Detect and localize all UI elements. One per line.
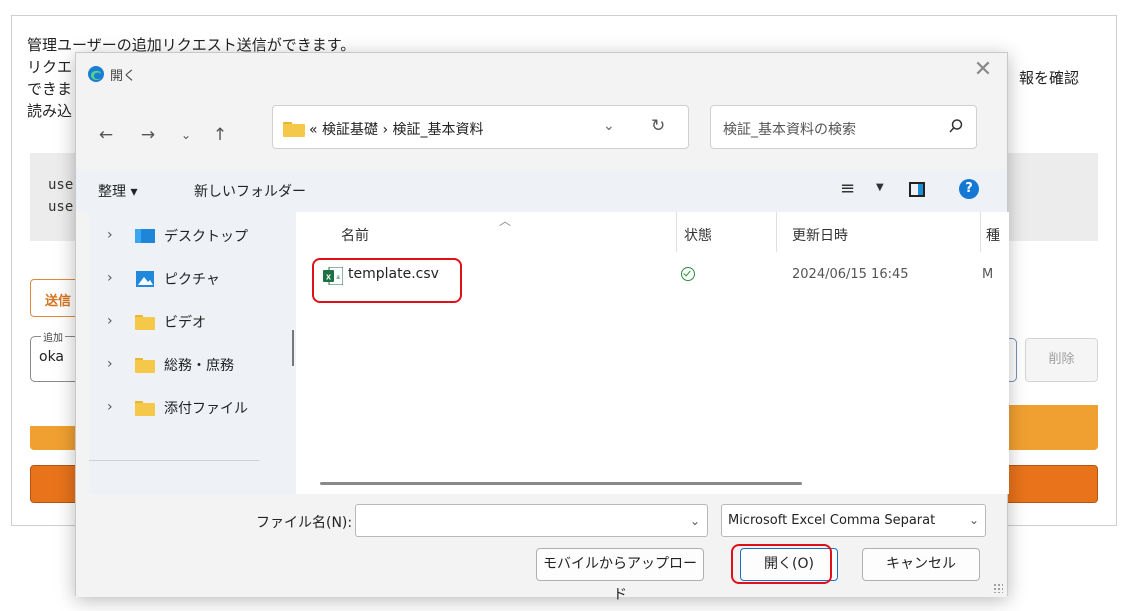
bg-orange-button-right[interactable] <box>1005 405 1098 450</box>
highlight-open-button <box>731 544 832 584</box>
column-divider[interactable] <box>676 212 677 252</box>
organize-menu[interactable]: 整理 ▾ <box>98 181 137 201</box>
nav-item-label: デスクトップ <box>164 229 248 245</box>
bg-add-field-value: oka <box>39 349 65 365</box>
preview-pane-icon[interactable] <box>909 182 925 197</box>
folder-icon <box>135 315 155 330</box>
expand-chevron-icon[interactable]: › <box>107 227 113 243</box>
column-header-type[interactable]: 種 <box>986 225 1000 245</box>
edge-browser-icon <box>88 66 104 82</box>
column-header-status[interactable]: 状態 <box>684 225 712 245</box>
column-divider[interactable] <box>980 212 981 252</box>
view-options-icon[interactable]: ≡ <box>840 178 855 199</box>
column-header-modified[interactable]: 更新日時 <box>792 225 848 245</box>
dialog-titlebar: 開く ✕ <box>76 53 1007 95</box>
file-open-dialog: 開く ✕ ← → ⌄ ↑ « 検証基礎 › 検証_基本資料 ⌄ ↻ 検証_基本資… <box>75 52 1009 603</box>
up-arrow-icon[interactable]: ↑ <box>208 125 232 145</box>
navigation-bar: ← → ⌄ ↑ « 検証基礎 › 検証_基本資料 ⌄ ↻ 検証_基本資料の検索 <box>76 95 1007 169</box>
nav-item-pictures[interactable]: › ピクチャ <box>89 259 289 299</box>
filename-label: ファイル名(N): <box>256 515 353 531</box>
nav-item-desktop[interactable]: › デスクトップ <box>89 216 289 256</box>
refresh-icon[interactable]: ↻ <box>651 116 665 136</box>
desktop-icon <box>135 229 155 243</box>
nav-item-label: 総務・庶務 <box>164 358 234 374</box>
nav-scrollbar[interactable] <box>292 330 294 366</box>
bg-add-field-label: 追加 <box>41 329 65 344</box>
filename-dropdown-icon[interactable]: ⌄ <box>690 514 700 528</box>
column-header-name[interactable]: 名前 <box>341 225 369 245</box>
sync-status-icon <box>681 267 695 281</box>
sort-ascending-icon: ︿ <box>499 214 512 228</box>
bg-description-line2: リクエ <box>27 58 73 76</box>
search-input[interactable]: 検証_基本資料の検索 <box>710 105 977 149</box>
highlight-template-csv <box>312 258 462 303</box>
view-chevron-icon[interactable]: ▼ <box>876 182 884 193</box>
search-icon <box>949 119 963 133</box>
folder-icon <box>135 358 155 373</box>
expand-chevron-icon[interactable]: › <box>107 356 113 372</box>
filename-input[interactable] <box>355 504 708 537</box>
bg-preview-line1: use <box>48 177 74 193</box>
bg-description-right-fragment: 報を確認 <box>1019 69 1080 87</box>
dialog-title: 開く <box>110 69 137 84</box>
folder-icon <box>135 401 155 416</box>
file-type: M <box>982 267 994 282</box>
new-folder-button[interactable]: 新しいフォルダー <box>194 181 306 201</box>
address-bar[interactable]: « 検証基礎 › 検証_基本資料 ⌄ ↻ <box>272 105 689 149</box>
expand-chevron-icon[interactable]: › <box>107 399 113 415</box>
nav-item-label: 添付ファイル <box>164 401 248 417</box>
bg-orange-button[interactable] <box>30 426 80 450</box>
file-modified-date: 2024/06/15 16:45 <box>792 267 909 282</box>
recent-chevron-icon[interactable]: ⌄ <box>174 128 198 142</box>
nav-divider <box>89 460 259 461</box>
cancel-button[interactable]: キャンセル <box>862 548 980 581</box>
bg-submit-button[interactable] <box>30 465 80 503</box>
search-placeholder: 検証_基本資料の検索 <box>723 122 856 138</box>
nav-item-general-affairs[interactable]: › 総務・庶務 <box>89 345 289 385</box>
forward-arrow-icon[interactable]: → <box>136 125 160 145</box>
nav-item-label: ビデオ <box>164 315 206 331</box>
resize-grip-icon[interactable] <box>993 583 1003 593</box>
back-arrow-icon[interactable]: ← <box>94 125 118 145</box>
file-list-pane: ︿ 名前 状態 更新日時 種 x a template.csv 2024/06/… <box>296 212 1009 494</box>
command-toolbar: 整理 ▾ 新しいフォルダー ≡ ▼ ? <box>76 169 1007 212</box>
nav-item-videos[interactable]: › ビデオ <box>89 302 289 342</box>
expand-chevron-icon[interactable]: › <box>107 270 113 286</box>
address-path: « 検証基礎 › 検証_基本資料 <box>309 122 484 138</box>
nav-item-attachments[interactable]: › 添付ファイル <box>89 388 289 428</box>
expand-chevron-icon[interactable]: › <box>107 313 113 329</box>
bg-submit-button-right[interactable] <box>1005 465 1098 503</box>
nav-item-label: ピクチャ <box>164 272 220 288</box>
filetype-value: Microsoft Excel Comma Separat <box>728 513 936 528</box>
upload-from-mobile-button[interactable]: モバイルからアップロード <box>536 548 704 603</box>
navigation-pane: › デスクトップ › ピクチャ › ビデオ › 総務・庶務 › 添付ファイル <box>89 212 296 494</box>
close-icon[interactable]: ✕ <box>971 59 995 83</box>
horizontal-scrollbar[interactable] <box>320 482 802 485</box>
column-divider[interactable] <box>776 212 777 252</box>
folder-icon <box>283 122 305 137</box>
filetype-select[interactable]: Microsoft Excel Comma Separat ⌄ <box>721 504 986 537</box>
bg-preview-line2: use <box>48 199 74 215</box>
filetype-chevron-icon: ⌄ <box>968 513 979 527</box>
address-dropdown-icon[interactable]: ⌄ <box>603 118 615 134</box>
bg-delete-button[interactable]: 削除 <box>1025 338 1098 382</box>
pictures-icon <box>136 271 154 287</box>
help-icon[interactable]: ? <box>959 179 979 199</box>
dialog-footer: ファイル名(N): ⌄ Microsoft Excel Comma Separa… <box>76 494 1007 603</box>
bg-description-line3: できま <box>27 80 73 98</box>
bg-description-line4: 読み込 <box>27 102 73 120</box>
